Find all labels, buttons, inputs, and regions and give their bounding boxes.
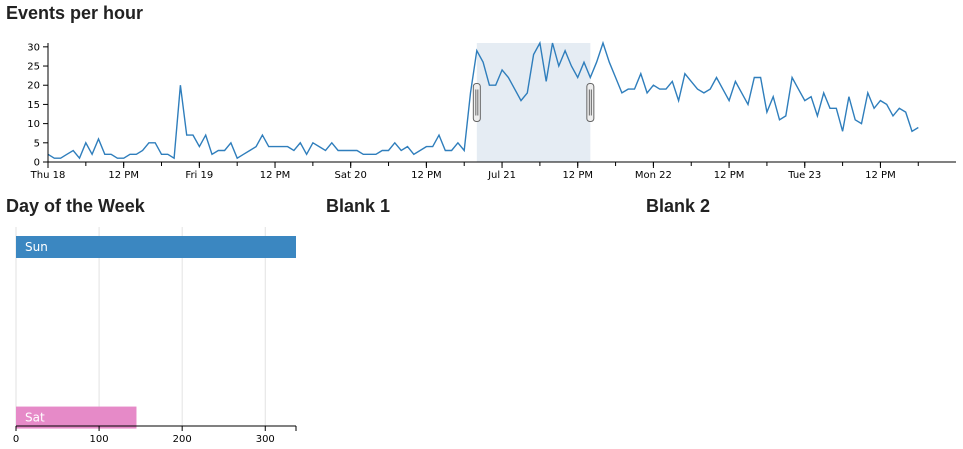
x-tick-label: Thu 18 — [30, 170, 66, 181]
y-tick-label: 30 — [27, 42, 40, 53]
x-tick-label: Fri 19 — [185, 170, 213, 181]
x-tick-label: 12 PM — [411, 170, 442, 181]
x-tick-label: Mon 22 — [635, 170, 672, 181]
y-tick-label: 15 — [27, 100, 40, 111]
events-per-hour-chart[interactable]: 0 5 10 15 20 25 30 Thu 18 12 PM Fri 19 12 PM Sat 20… — [0, 0, 963, 190]
blank-2-panel — [646, 220, 946, 440]
bar-label: Sun — [25, 240, 48, 254]
brush-handle-left[interactable] — [472, 83, 481, 122]
x-tick-label: 300 — [256, 434, 275, 445]
blank-1-panel — [326, 220, 626, 440]
x-tick-label: 100 — [90, 434, 109, 445]
x-tick-label: 12 PM — [562, 170, 593, 181]
x-tick-label: Jul 21 — [487, 170, 516, 181]
blank-1-title: Blank 1 — [326, 196, 391, 216]
x-tick-label: 200 — [173, 434, 192, 445]
x-tick-label: Tue 23 — [787, 170, 821, 181]
y-tick-label: 20 — [27, 81, 40, 92]
day-of-week-chart[interactable]: Sun Sat 0 100 200 300 — [0, 215, 320, 445]
x-tick-label: 0 — [13, 434, 19, 445]
bar-label: Sat — [25, 411, 45, 425]
x-tick-label: 12 PM — [865, 170, 896, 181]
x-tick-label: 12 PM — [260, 170, 291, 181]
blank-2-title: Blank 2 — [646, 196, 711, 216]
brush-handle-right[interactable] — [586, 83, 595, 122]
x-tick-label: 12 PM — [108, 170, 139, 181]
y-tick-label: 5 — [34, 138, 40, 149]
y-tick-label: 10 — [27, 119, 40, 130]
dow-chart-title: Day of the Week — [6, 196, 145, 216]
x-tick-label: 12 PM — [714, 170, 745, 181]
x-tick-label: Sat 20 — [335, 170, 367, 181]
brush-selection[interactable] — [476, 43, 591, 162]
y-tick-label: 25 — [27, 62, 40, 73]
y-tick-label: 0 — [34, 158, 40, 169]
bar-sun[interactable] — [16, 236, 296, 258]
